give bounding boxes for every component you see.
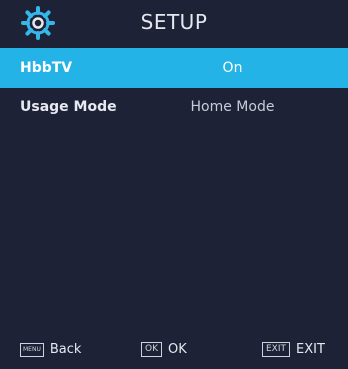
- exit-hint[interactable]: EXIT EXIT: [262, 339, 325, 357]
- menu-item-hbbtv[interactable]: HbbTV On: [0, 48, 348, 88]
- menu-back-hint[interactable]: MENU Back: [20, 339, 82, 357]
- menu-item-label: HbbTV: [20, 60, 73, 76]
- ok-key-icon: OK: [141, 342, 162, 357]
- back-label: Back: [49, 342, 82, 357]
- ok-hint[interactable]: OK OK: [141, 339, 187, 357]
- setup-panel: SETUP HbbTV On Usage Mode Home Mode MENU…: [0, 0, 348, 369]
- page-title: SETUP: [140, 10, 208, 34]
- setup-header: SETUP: [0, 0, 348, 45]
- footer-key-hints: MENU Back OK OK EXIT EXIT: [0, 330, 348, 366]
- exit-label: EXIT: [296, 342, 325, 357]
- exit-key-icon: EXIT: [262, 342, 291, 357]
- menu-item-value: On: [222, 60, 243, 76]
- menu-key-icon: MENU: [20, 342, 44, 357]
- menu-item-usage-mode[interactable]: Usage Mode Home Mode: [0, 87, 348, 127]
- ok-label: OK: [168, 342, 187, 357]
- menu-item-label: Usage Mode: [20, 99, 117, 115]
- menu-item-value: Home Mode: [190, 99, 275, 115]
